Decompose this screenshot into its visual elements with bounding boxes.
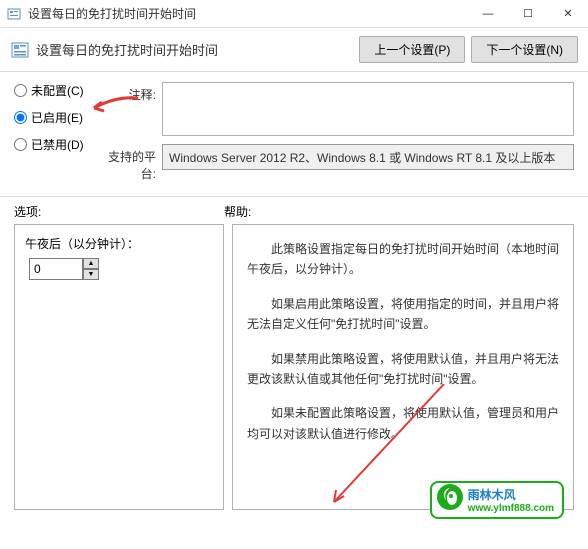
panels: 午夜后（以分钟计）： ▲ ▼ 此策略设置指定每日的免打扰时间开始时间（本地时间午… [0, 224, 588, 524]
help-text-4: 如果未配置此策略设置，将使用默认值，管理员和用户均可以对该默认值进行修改。 [247, 403, 559, 444]
radio-unconfigured[interactable]: 未配置(C) [14, 82, 94, 99]
options-label: 选项: [14, 203, 224, 220]
window-title: 设置每日的免打扰时间开始时间 [28, 5, 468, 22]
close-button[interactable]: ✕ [548, 0, 588, 28]
radio-disabled-input[interactable] [14, 138, 27, 151]
section-labels: 选项: 帮助: [0, 197, 588, 224]
radio-enabled[interactable]: 已启用(E) [14, 109, 94, 126]
help-label: 帮助: [224, 203, 574, 220]
platform-label: 支持的平台: [102, 144, 162, 182]
spin-up-button[interactable]: ▲ [83, 258, 99, 269]
header-row: 设置每日的免打扰时间开始时间 上一个设置(P) 下一个设置(N) [0, 28, 588, 72]
titlebar: 设置每日的免打扰时间开始时间 — ☐ ✕ [0, 0, 588, 28]
next-setting-button[interactable]: 下一个设置(N) [471, 36, 578, 63]
help-panel[interactable]: 此策略设置指定每日的免打扰时间开始时间（本地时间午夜后，以分钟计）。 如果启用此… [232, 224, 574, 510]
options-panel: 午夜后（以分钟计）： ▲ ▼ [14, 224, 224, 510]
maximize-button[interactable]: ☐ [508, 0, 548, 28]
radio-disabled-label: 已禁用(D) [31, 136, 84, 153]
radio-unconfigured-label: 未配置(C) [31, 82, 84, 99]
radio-group: 未配置(C) 已启用(E) 已禁用(D) [14, 82, 94, 190]
window-controls: — ☐ ✕ [468, 0, 588, 28]
minutes-input[interactable] [29, 258, 83, 280]
minimize-button[interactable]: — [468, 0, 508, 28]
platform-value: Windows Server 2012 R2、Windows 8.1 或 Win… [162, 144, 574, 170]
comment-input[interactable] [162, 82, 574, 136]
help-text-3: 如果禁用此策略设置，将使用默认值，并且用户将无法更改该默认值或其他任何"免打扰时… [247, 349, 559, 390]
spin-down-button[interactable]: ▼ [83, 269, 99, 280]
radio-enabled-label: 已启用(E) [31, 109, 83, 126]
radio-unconfigured-input[interactable] [14, 84, 27, 97]
config-area: 未配置(C) 已启用(E) 已禁用(D) 注释: 支持的平台: Windows … [0, 72, 588, 197]
radio-enabled-input[interactable] [14, 111, 27, 124]
radio-disabled[interactable]: 已禁用(D) [14, 136, 94, 153]
app-icon [6, 6, 22, 22]
prev-setting-button[interactable]: 上一个设置(P) [359, 36, 465, 63]
help-text-1: 此策略设置指定每日的免打扰时间开始时间（本地时间午夜后，以分钟计）。 [247, 239, 559, 280]
policy-icon [10, 40, 30, 60]
help-text-2: 如果启用此策略设置，将使用指定的时间，并且用户将无法自定义任何"免打扰时间"设置… [247, 294, 559, 335]
minutes-label: 午夜后（以分钟计）： [25, 235, 213, 252]
policy-title: 设置每日的免打扰时间开始时间 [36, 40, 218, 59]
comment-label: 注释: [102, 82, 162, 136]
